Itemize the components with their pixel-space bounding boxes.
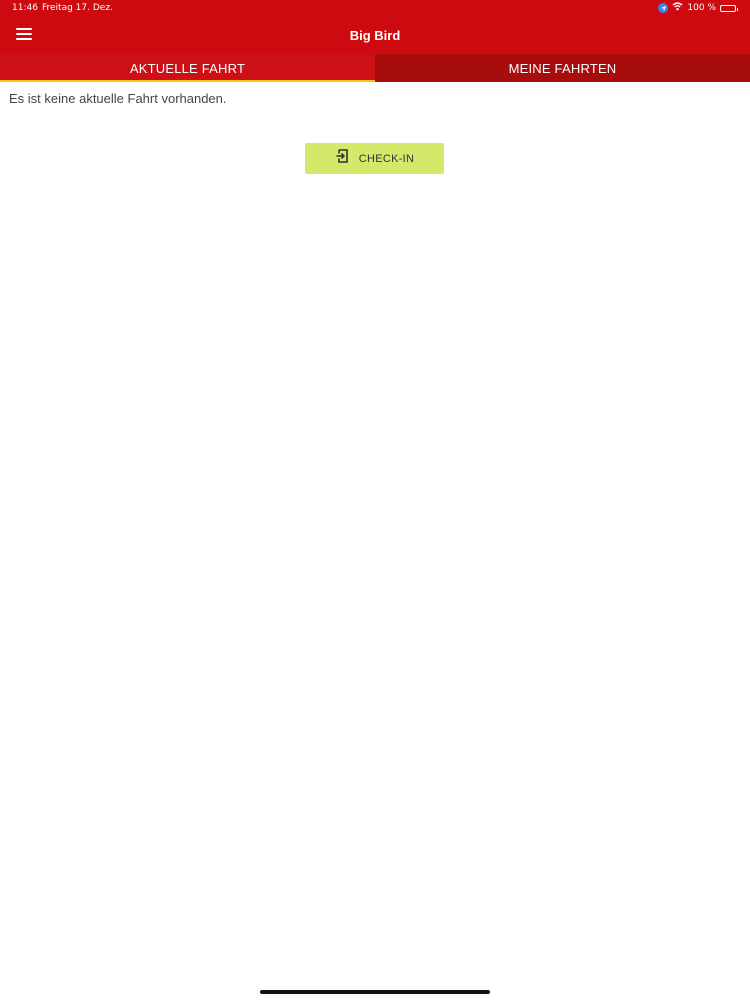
tab-bar: AKTUELLE FAHRT MEINE FAHRTEN <box>0 54 750 82</box>
battery-percent: 100 % <box>687 3 716 13</box>
active-tab-indicator <box>0 80 375 82</box>
status-time: 11:46 <box>12 3 38 13</box>
empty-state-message: Es ist keine aktuelle Fahrt vorhanden. <box>9 91 227 106</box>
status-date: Freitag 17. Dez. <box>42 3 113 13</box>
tab-label: MEINE FAHRTEN <box>508 60 617 76</box>
battery-icon <box>720 4 738 12</box>
app-bar: Big Bird <box>0 18 750 54</box>
status-bar: 11:46 Freitag 17. Dez. 100 % <box>0 0 750 18</box>
app-title: Big Bird <box>349 28 401 43</box>
home-indicator[interactable] <box>260 990 490 994</box>
location-icon <box>658 3 669 13</box>
login-icon <box>335 148 351 169</box>
tab-label: AKTUELLE FAHRT <box>129 60 246 76</box>
tab-meine-fahrten[interactable]: MEINE FAHRTEN <box>375 54 750 82</box>
wifi-icon <box>672 2 683 14</box>
status-indicators: 100 % <box>658 2 738 14</box>
checkin-label: CHECK-IN <box>358 152 415 165</box>
tab-aktuelle-fahrt[interactable]: AKTUELLE FAHRT <box>0 54 375 82</box>
checkin-button[interactable]: CHECK-IN <box>305 143 444 174</box>
